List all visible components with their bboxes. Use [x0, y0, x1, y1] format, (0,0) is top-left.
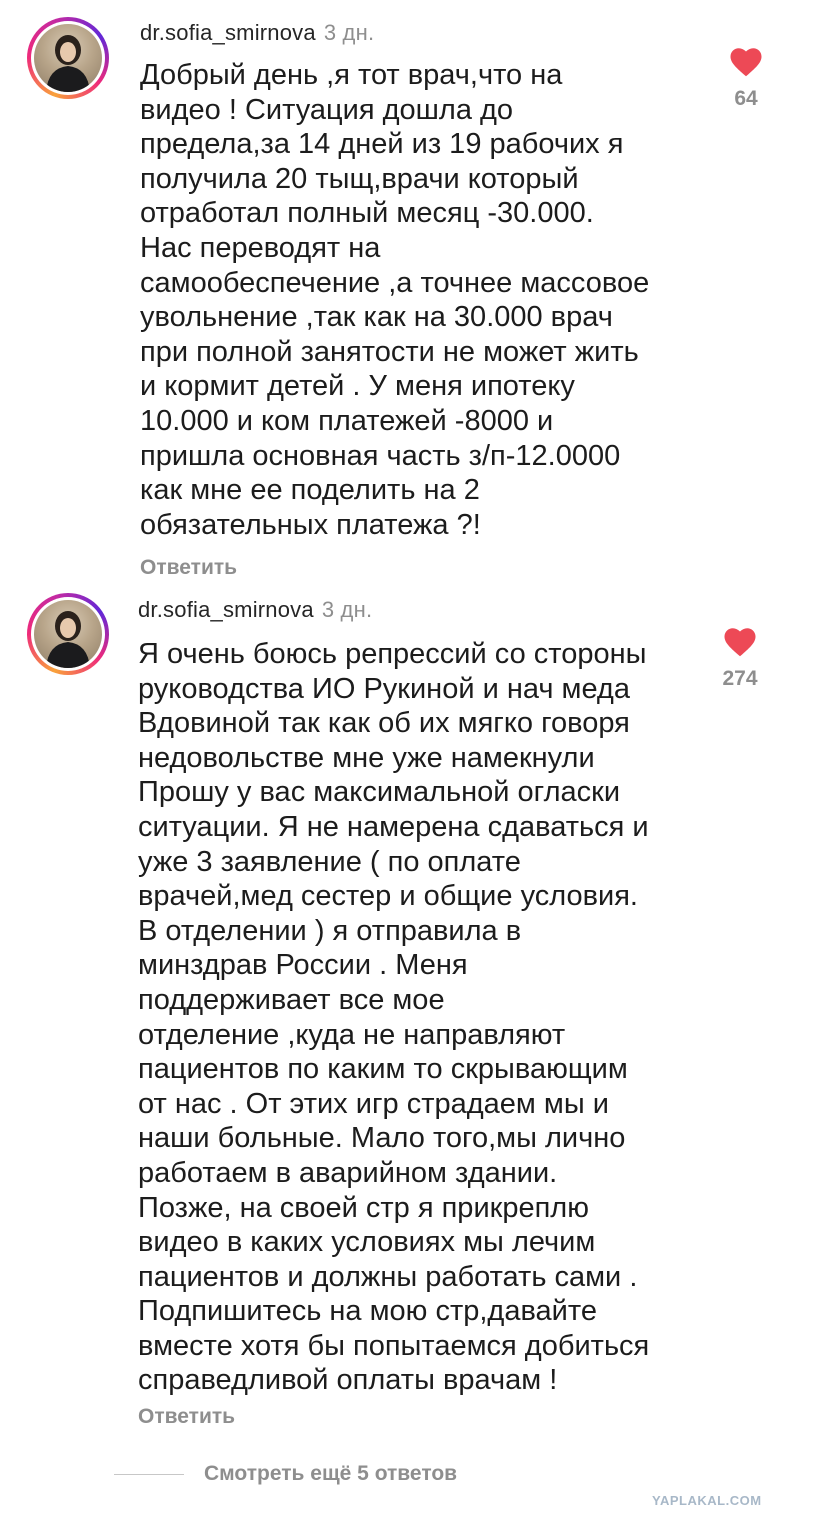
comment-text: Добрый день ,я тот врач,что на видео ! С… [140, 59, 650, 541]
like-button[interactable]: 64 [716, 46, 776, 111]
heart-icon [724, 628, 756, 657]
username-link[interactable]: dr.sofia_smirnova [140, 20, 316, 45]
avatar[interactable] [27, 593, 109, 675]
avatar[interactable] [27, 17, 109, 99]
like-count: 64 [734, 87, 758, 110]
watermark: YAPLAKAL.COM [652, 1493, 762, 1508]
username-link[interactable]: dr.sofia_smirnova [138, 597, 314, 622]
reply-button[interactable]: Ответить [140, 556, 237, 580]
avatar-photo [34, 600, 102, 668]
avatar-photo [34, 24, 102, 92]
person-silhouette-icon [46, 611, 90, 668]
like-count: 274 [722, 667, 758, 690]
comment-header: dr.sofia_smirnova 3 дн. [138, 597, 372, 623]
heart-icon [730, 48, 762, 77]
reply-button[interactable]: Ответить [138, 1405, 235, 1429]
comment-time: 3 дн. [321, 597, 373, 622]
like-button[interactable]: 274 [710, 626, 770, 691]
view-more-replies-button[interactable]: Смотреть ещё 5 ответов [204, 1462, 457, 1486]
comment-text: Я очень боюсь репрессий со стороны руков… [138, 638, 650, 1397]
person-silhouette-icon [46, 35, 90, 92]
comment-time: 3 дн. [323, 20, 375, 45]
comment-header: dr.sofia_smirnova 3 дн. [140, 20, 374, 46]
replies-divider [114, 1474, 184, 1475]
